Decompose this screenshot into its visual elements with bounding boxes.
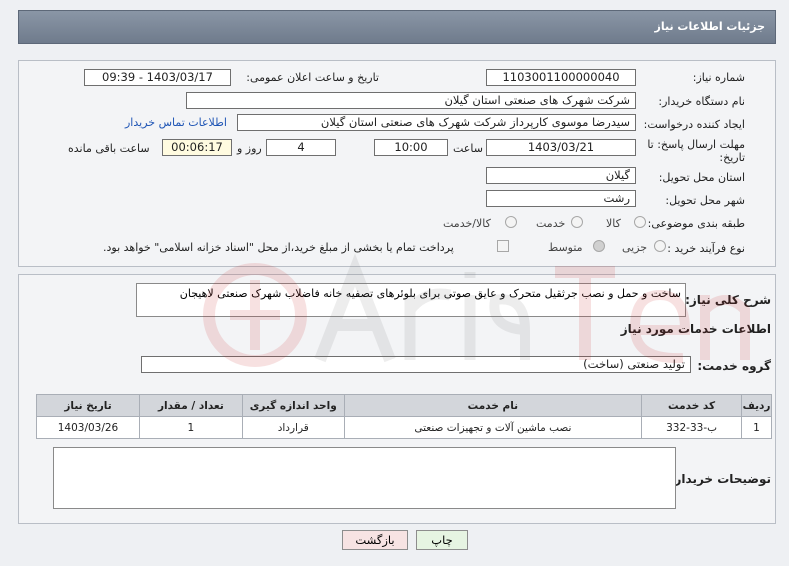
treasury-note: پرداخت تمام یا بخشی از مبلغ خرید،از محل … [103, 241, 454, 254]
summary-field: ساخت و حمل و نصب جرثقیل متحرک و عایق صوت… [136, 283, 686, 317]
column-row-number: ردیف [741, 394, 772, 417]
process-minor-label: جزیی [622, 241, 648, 254]
province-field: گیلان [486, 167, 636, 184]
need-number-field: 1103001100000040 [486, 69, 636, 86]
summary-label: شرح کلی نیاز: [685, 293, 771, 307]
cell-service-code: ب-33-332 [641, 416, 743, 439]
category-label: طبقه بندی موضوعی: [647, 217, 745, 230]
treasury-checkbox[interactable] [497, 240, 509, 252]
column-need-date: تاریخ نیاز [36, 394, 140, 417]
deadline-label-date: تاریخ: [719, 151, 745, 164]
category-goods-label: کالا [606, 217, 621, 230]
need-number-label: شماره نیاز: [692, 71, 745, 84]
column-service-code: کد خدمت [641, 394, 743, 417]
remaining-days-field: 4 [266, 139, 336, 156]
back-button[interactable]: بازگشت [342, 530, 408, 550]
province-label: استان محل تحویل: [658, 171, 745, 184]
creator-field: سیدرضا موسوی کارپرداز شرکت شهرک های صنعت… [237, 114, 636, 131]
announce-date-field: 1403/03/17 - 09:39 [84, 69, 231, 86]
table-row: 1 ب-33-332 نصب ماشین آلات و تجهیزات صنعت… [36, 416, 772, 439]
service-group-field: تولید صنعتی (ساخت) [141, 356, 691, 373]
buyer-notes-field [53, 447, 676, 509]
category-goods-radio[interactable] [634, 216, 646, 228]
remaining-time-label: ساعت باقی مانده [68, 142, 150, 155]
column-service-name: نام خدمت [343, 394, 643, 417]
cell-unit: قرارداد [241, 416, 345, 439]
column-unit: واحد اندازه گیری [241, 394, 345, 417]
buyer-contact-link[interactable]: اطلاعات تماس خریدار [125, 116, 227, 129]
category-service-radio[interactable] [571, 216, 583, 228]
page-header: جزئیات اطلاعات نیاز [18, 10, 776, 44]
table-header-row: ردیف کد خدمت نام خدمت واحد اندازه گیری ت… [36, 394, 772, 417]
remaining-time-field: 00:06:17 [162, 139, 232, 156]
column-quantity: تعداد / مقدار [138, 394, 243, 417]
category-goods-service-label: کالا/خدمت [443, 217, 491, 230]
process-medium-label: متوسط [548, 241, 583, 254]
deadline-hour-label: ساعت [453, 142, 483, 155]
cell-service-name: نصب ماشین آلات و تجهیزات صنعتی [343, 416, 643, 439]
buyer-org-field: شرکت شهرک های صنعتی استان گیلان [186, 92, 636, 109]
cell-need-date: 1403/03/26 [36, 416, 140, 439]
service-group-label: گروه خدمت: [697, 359, 771, 373]
deadline-date-field: 1403/03/21 [486, 139, 636, 156]
deadline-time-field: 10:00 [374, 139, 448, 156]
process-minor-radio[interactable] [654, 240, 666, 252]
services-table: ردیف کد خدمت نام خدمت واحد اندازه گیری ت… [36, 394, 772, 439]
page-title: جزئیات اطلاعات نیاز [654, 20, 766, 33]
buyer-notes-label: توضیحات خریدار: [669, 472, 771, 486]
announce-date-label: تاریخ و ساعت اعلان عمومی: [246, 71, 379, 84]
cell-quantity: 1 [138, 416, 243, 439]
process-type-label: نوع فرآیند خرید : [667, 242, 745, 255]
services-title: اطلاعات خدمات مورد نیاز [620, 322, 771, 336]
creator-label: ایجاد کننده درخواست: [643, 118, 745, 131]
city-field: رشت [486, 190, 636, 207]
city-label: شهر محل تحویل: [665, 194, 745, 207]
cell-row-number: 1 [741, 416, 772, 439]
days-label: روز و [237, 142, 262, 155]
buyer-org-label: نام دستگاه خریدار: [658, 95, 745, 108]
deadline-label: مهلت ارسال پاسخ: تا [647, 138, 745, 151]
category-goods-service-radio[interactable] [505, 216, 517, 228]
category-service-label: خدمت [536, 217, 566, 230]
process-medium-radio[interactable] [593, 240, 605, 252]
print-button[interactable]: چاپ [416, 530, 468, 550]
